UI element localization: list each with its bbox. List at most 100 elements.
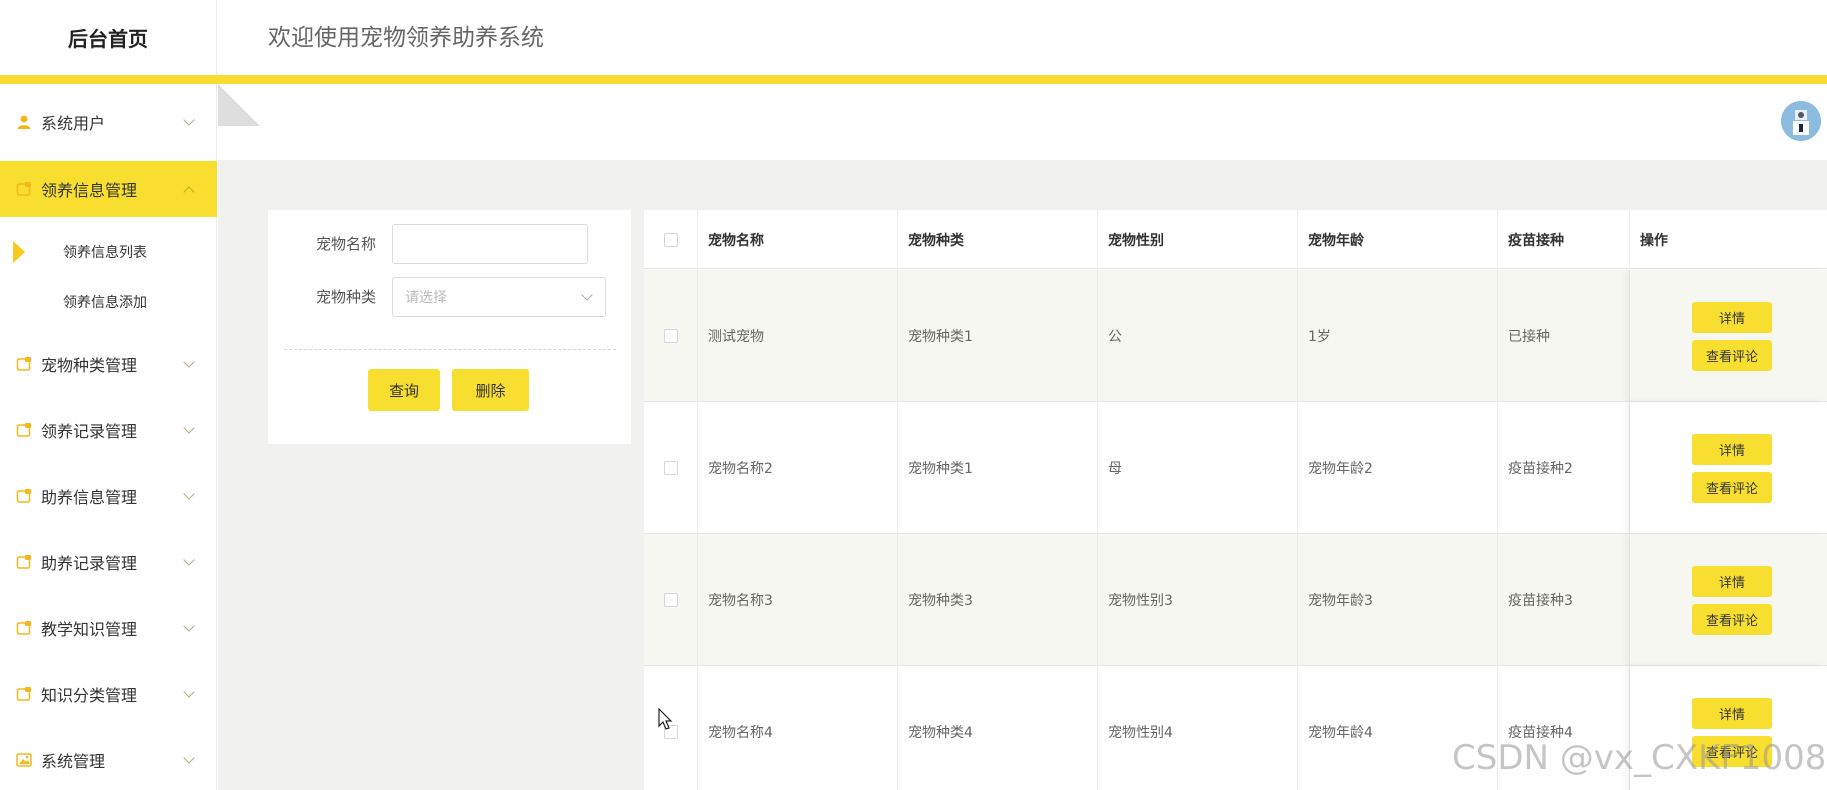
- row-checkbox[interactable]: [663, 329, 678, 343]
- toolbar: [218, 84, 1827, 160]
- sidebar-item-label: 系统管理: [41, 752, 106, 771]
- cell-name: 测试宠物: [698, 270, 898, 402]
- row-select-cell: [644, 270, 698, 402]
- cell-type: 宠物种类1: [898, 270, 1098, 402]
- col-header-type[interactable]: 宠物种类: [898, 210, 1098, 269]
- table-row: 宠物名称2 宠物种类1 母 宠物年龄2 疫苗接种2 详情 查看评论: [644, 402, 1827, 534]
- cell-type: 宠物种类3: [898, 534, 1098, 666]
- pet-name-label: 宠物名称: [315, 235, 376, 253]
- sidebar-item-system-users[interactable]: 系统用户: [0, 94, 217, 150]
- chevron-down-icon: [183, 686, 195, 698]
- header-accent-bar: [0, 75, 1827, 84]
- chevron-down-icon: [183, 752, 195, 764]
- content-area: 宠物名称 宠物种类 请选择 查询 删除 宠物名称 宠物种类 宠物性别 宠物年龄 …: [218, 160, 1827, 790]
- cell-vaccine: 疫苗接种2: [1498, 402, 1630, 534]
- sidebar-subitem-adoption-list[interactable]: 领养信息列表: [0, 227, 217, 277]
- cell-age: 宠物年龄3: [1298, 534, 1498, 666]
- active-indicator-icon: [13, 241, 25, 263]
- folder-icon: [16, 489, 31, 503]
- cell-actions: 详情 查看评论: [1630, 402, 1827, 534]
- col-header-gender[interactable]: 宠物性别: [1098, 210, 1298, 269]
- sidebar-item-teaching-knowledge[interactable]: 教学知识管理: [0, 600, 217, 656]
- delete-button[interactable]: 删除: [452, 369, 529, 411]
- query-button[interactable]: 查询: [368, 369, 440, 411]
- detail-button[interactable]: 详情: [1692, 698, 1772, 729]
- sidebar-collapse-toggle[interactable]: [218, 84, 260, 130]
- cell-type: 宠物种类1: [898, 402, 1098, 534]
- sidebar-subitem-adoption-add[interactable]: 领养信息添加: [0, 277, 217, 327]
- col-header-name[interactable]: 宠物名称: [698, 210, 898, 269]
- pet-type-label: 宠物种类: [315, 288, 376, 306]
- cell-name: 宠物名称4: [698, 666, 898, 790]
- cell-vaccine: 已接种: [1498, 270, 1630, 402]
- chevron-up-icon: [183, 186, 195, 198]
- cell-actions: 详情 查看评论: [1630, 270, 1827, 402]
- chevron-down-icon: [581, 289, 593, 301]
- folder-icon: [16, 182, 31, 196]
- sidebar-subitem-label: 领养信息添加: [63, 295, 147, 311]
- select-all-checkbox[interactable]: [663, 232, 678, 247]
- folder-icon: [16, 621, 31, 635]
- user-icon: [17, 115, 31, 129]
- col-header-age[interactable]: 宠物年龄: [1298, 210, 1498, 269]
- welcome-title: 欢迎使用宠物领养助养系统: [268, 25, 544, 51]
- sidebar-item-label: 助养记录管理: [41, 554, 138, 573]
- watermark: CSDN @vx_CXKF10088: [1452, 738, 1827, 778]
- folder-icon: [16, 555, 31, 569]
- cell-vaccine: 疫苗接种3: [1498, 534, 1630, 666]
- sidebar-item-adoption-info[interactable]: 领养信息管理: [0, 161, 217, 217]
- row-checkbox[interactable]: [663, 593, 678, 607]
- sidebar-item-system-management[interactable]: 系统管理: [0, 732, 217, 788]
- sidebar-item-adoption-records[interactable]: 领养记录管理: [0, 402, 217, 458]
- row-select-cell: [644, 402, 698, 534]
- folder-icon: [16, 423, 31, 437]
- avatar[interactable]: [1781, 101, 1821, 141]
- top-header: 后台首页 欢迎使用宠物领养助养系统: [0, 0, 1827, 75]
- fold-corner-icon: [218, 84, 260, 126]
- cell-age: 1岁: [1298, 270, 1498, 402]
- sidebar-item-label: 领养信息管理: [41, 181, 138, 200]
- mouse-cursor-icon: [658, 708, 673, 730]
- sidebar-item-pet-type[interactable]: 宠物种类管理: [0, 336, 217, 392]
- sidebar-item-sponsor-records[interactable]: 助养记录管理: [0, 534, 217, 590]
- detail-button[interactable]: 详情: [1692, 302, 1772, 333]
- row-checkbox[interactable]: [663, 461, 678, 475]
- view-comments-button[interactable]: 查看评论: [1692, 472, 1772, 503]
- chevron-down-icon: [183, 554, 195, 566]
- view-comments-button[interactable]: 查看评论: [1692, 604, 1772, 635]
- sidebar-item-label: 领养记录管理: [41, 422, 138, 441]
- table-row: 测试宠物 宠物种类1 公 1岁 已接种 详情 查看评论: [644, 270, 1827, 402]
- folder-icon: [16, 687, 31, 701]
- col-header-actions: 操作: [1640, 232, 1668, 249]
- detail-button[interactable]: 详情: [1692, 566, 1772, 597]
- pet-type-select[interactable]: 请选择: [392, 277, 606, 317]
- chevron-down-icon: [183, 114, 195, 126]
- cell-age: 宠物年龄2: [1298, 402, 1498, 534]
- table-header: 宠物名称 宠物种类 宠物性别 宠物年龄 疫苗接种 操作: [644, 210, 1827, 269]
- cell-gender: 宠物性别3: [1098, 534, 1298, 666]
- cell-gender: 母: [1098, 402, 1298, 534]
- sidebar-item-label: 助养信息管理: [41, 488, 138, 507]
- brand-home-link[interactable]: 后台首页: [0, 0, 217, 75]
- sidebar-item-label: 宠物种类管理: [41, 356, 138, 375]
- col-header-vaccine[interactable]: 疫苗接种: [1498, 210, 1630, 269]
- sidebar-subitem-label: 领养信息列表: [63, 245, 147, 261]
- cell-name: 宠物名称3: [698, 534, 898, 666]
- sidebar-item-sponsor-info[interactable]: 助养信息管理: [0, 468, 217, 524]
- detail-button[interactable]: 详情: [1692, 434, 1772, 465]
- cell-actions: 详情 查看评论: [1630, 534, 1827, 666]
- sidebar-item-knowledge-category[interactable]: 知识分类管理: [0, 666, 217, 722]
- sidebar-item-label: 知识分类管理: [41, 686, 138, 705]
- pet-name-input[interactable]: [392, 224, 588, 264]
- avatar-image: [1781, 101, 1821, 141]
- select-all-cell: [644, 210, 698, 269]
- search-panel: 宠物名称 宠物种类 请选择 查询 删除: [268, 210, 631, 444]
- sidebar: 系统用户 领养信息管理 领养信息列表 领养信息添加 宠物种类管理 领养记录管理 …: [0, 84, 217, 790]
- row-select-cell: [644, 534, 698, 666]
- cell-type: 宠物种类4: [898, 666, 1098, 790]
- chevron-down-icon: [183, 488, 195, 500]
- sidebar-item-label: 教学知识管理: [41, 620, 138, 639]
- chevron-down-icon: [183, 356, 195, 368]
- pet-type-placeholder: 请选择: [405, 290, 447, 306]
- view-comments-button[interactable]: 查看评论: [1692, 340, 1772, 371]
